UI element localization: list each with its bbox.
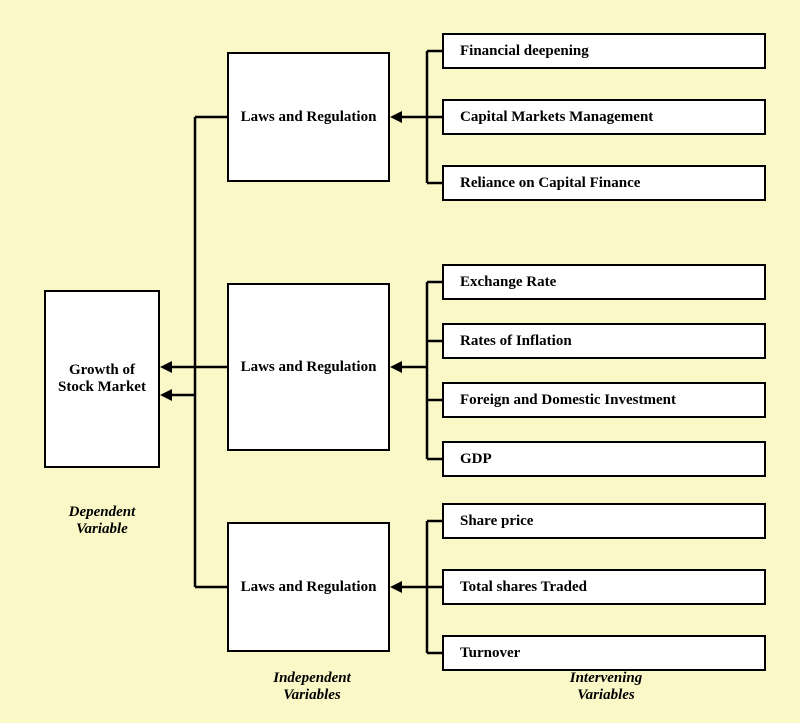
independent-box-1: Laws and Regulation <box>227 52 390 182</box>
intervening-box-1-1: Financial deepening <box>442 33 766 69</box>
dependent-variable-box: Growth of Stock Market <box>44 290 160 468</box>
independent-box-3: Laws and Regulation <box>227 522 390 652</box>
intervening-box-3-1: Share price <box>442 503 766 539</box>
intervening-box-2-4: GDP <box>442 441 766 477</box>
intervening-box-2-2: Rates of Inflation <box>442 323 766 359</box>
intervening-box-2-3: Foreign and Domestic Investment <box>442 382 766 418</box>
intervening-box-3-3: Turnover <box>442 635 766 671</box>
independent-box-2: Laws and Regulation <box>227 283 390 451</box>
intervening-box-1-3: Reliance on Capital Finance <box>442 165 766 201</box>
independent-caption: Independent Variables <box>262 670 362 704</box>
dependent-caption: Dependent Variable <box>58 504 146 538</box>
intervening-box-1-2: Capital Markets Management <box>442 99 766 135</box>
intervening-caption: Intervening Variables <box>556 670 656 704</box>
intervening-box-3-2: Total shares Traded <box>442 569 766 605</box>
intervening-box-2-1: Exchange Rate <box>442 264 766 300</box>
